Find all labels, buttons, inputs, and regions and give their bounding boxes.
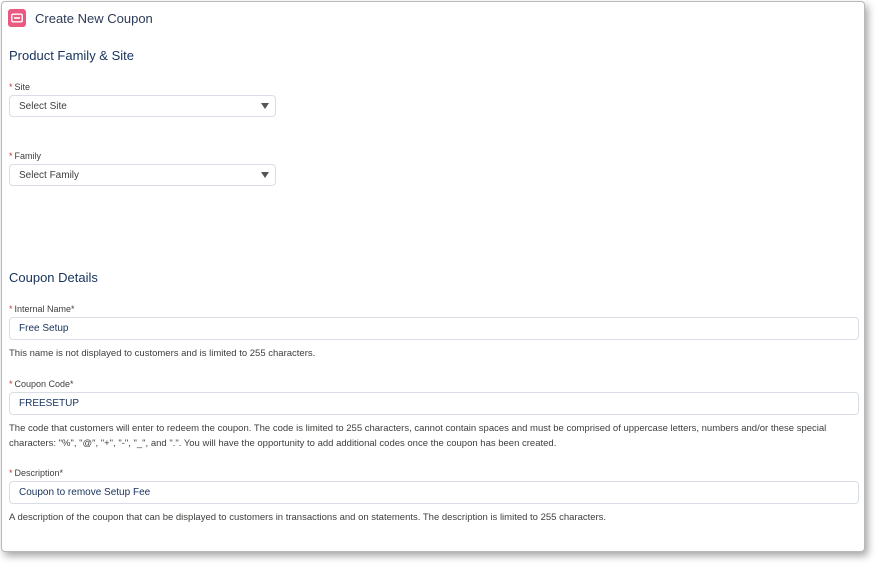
coupon-code-label: * Coupon Code* <box>9 379 74 389</box>
site-label-text: Site <box>14 82 31 92</box>
coupon-code-help: The code that customers will enter to re… <box>9 423 827 449</box>
chevron-down-icon <box>261 172 269 178</box>
panel-header: Create New Coupon <box>8 8 153 28</box>
required-marker: * <box>9 82 13 92</box>
internal-name-label: * Internal Name* <box>9 304 75 314</box>
internal-name-value: Free Setup <box>19 323 69 334</box>
internal-name-help: This name is not displayed to customers … <box>9 348 316 359</box>
description-help: A description of the coupon that can be … <box>9 512 607 523</box>
page-title: Create New Coupon <box>35 10 153 26</box>
coupon-code-input[interactable]: FREESETUP <box>9 392 859 415</box>
internal-name-label-text: Internal Name* <box>14 304 75 314</box>
create-coupon-panel: Create New Coupon Product Family & Site … <box>1 1 865 552</box>
description-input[interactable]: Coupon to remove Setup Fee <box>9 481 859 504</box>
description-value: Coupon to remove Setup Fee <box>19 487 151 498</box>
chevron-down-icon <box>261 103 269 109</box>
required-marker: * <box>9 151 13 161</box>
family-select[interactable]: Select Family <box>9 164 276 186</box>
coupon-icon <box>8 9 26 27</box>
required-marker: * <box>9 304 13 314</box>
section-title-coupon-details: Coupon Details <box>9 270 98 285</box>
internal-name-input[interactable]: Free Setup <box>9 317 859 340</box>
site-select-value: Select Site <box>19 100 67 112</box>
site-select[interactable]: Select Site <box>9 95 276 117</box>
description-label-text: Description* <box>14 468 64 478</box>
required-marker: * <box>9 468 13 478</box>
coupon-code-value: FREESETUP <box>19 398 80 409</box>
family-label: * Family <box>9 151 41 161</box>
required-marker: * <box>9 379 13 389</box>
coupon-code-label-text: Coupon Code* <box>14 379 74 389</box>
family-select-value: Select Family <box>19 169 80 181</box>
description-label: * Description* <box>9 468 63 478</box>
section-title-product-family-site: Product Family & Site <box>9 48 134 63</box>
site-label: * Site <box>9 82 30 92</box>
family-label-text: Family <box>14 151 42 161</box>
